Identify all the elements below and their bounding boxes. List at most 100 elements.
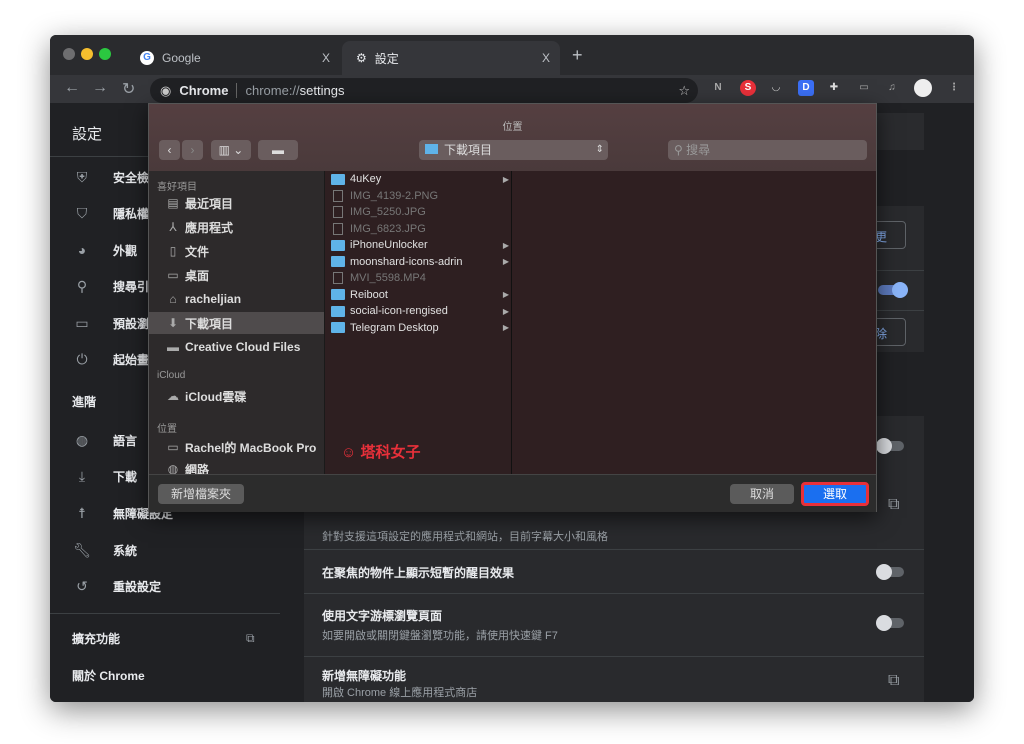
file-icon: [333, 189, 343, 202]
zoom-button[interactable]: [99, 48, 111, 60]
file-item[interactable]: 4uKey ▶: [331, 171, 511, 187]
file-item[interactable]: iPhoneUnlocker ▶: [331, 237, 511, 253]
menu-icon[interactable]: ⋮: [946, 80, 962, 96]
file-item[interactable]: IMG_4139-2.PNG: [331, 188, 511, 204]
caret-browsing-toggle[interactable]: [876, 615, 904, 631]
sidebar-item-icloud-drive[interactable]: ☁ iCloud雲碟: [149, 385, 324, 407]
file-name: social-icon-rengised: [350, 305, 448, 317]
label: 應用程式: [185, 220, 234, 235]
laptop-icon: ▭: [167, 440, 179, 454]
external-link-icon[interactable]: ⧉: [888, 672, 899, 690]
location-popup[interactable]: 下載項目 ⇕: [419, 140, 608, 160]
sidebar-item-recents[interactable]: ▤ 最近項目: [149, 192, 324, 214]
dialog-footer: 新增檔案夾 取消 選取: [149, 474, 876, 512]
file-name: IMG_6823.JPG: [350, 222, 426, 235]
dialog-sidebar: 喜好項目 ▤ 最近項目 ⅄ 應用程式 ▯ 文件 ▭ 桌面 ⌂ racheljian ⬇ 下載…: [149, 171, 324, 477]
advanced-header[interactable]: 進階: [72, 393, 96, 410]
applications-icon: ⅄: [169, 220, 177, 234]
sidebar-item-creative-cloud[interactable]: ▬ Creative Cloud Files: [149, 336, 324, 358]
file-item[interactable]: social-icon-rengised ▶: [331, 303, 511, 319]
cast-icon[interactable]: ▭: [856, 80, 872, 96]
media-icon[interactable]: ♫: [884, 80, 900, 96]
close-tab-icon[interactable]: X: [322, 51, 330, 65]
new-tab-button[interactable]: +: [572, 45, 583, 66]
file-icon: [333, 206, 343, 218]
tab-settings[interactable]: ⚙ 設定 X: [342, 41, 560, 75]
location-label: 下載項目: [444, 143, 493, 157]
file-item[interactable]: Reiboot ▶: [331, 287, 511, 303]
toggle-switch[interactable]: [878, 282, 908, 298]
file-item[interactable]: IMG_5250.JPG: [331, 204, 511, 220]
minimize-button[interactable]: [81, 48, 93, 60]
n-extension-icon[interactable]: N: [710, 80, 726, 96]
divider: [50, 613, 280, 614]
browser-window: G Google X ⚙ 設定 X + ← → ↻ ◉ Chrome chrom…: [50, 35, 974, 702]
back-button[interactable]: ‹: [159, 140, 180, 160]
focus-highlight-toggle[interactable]: [876, 564, 904, 580]
tab-title: Google: [162, 51, 201, 65]
file-item[interactable]: MVI_5598.MP4: [331, 270, 511, 286]
disclosure-arrow-icon: ▶: [502, 290, 509, 299]
sidebar-item-macbook[interactable]: ▭ Rachel的 MacBook Pro: [149, 436, 324, 458]
favorites-header: 喜好項目: [157, 182, 197, 193]
s-extension-icon[interactable]: S: [740, 80, 756, 96]
label: 下載: [113, 469, 138, 484]
dialog-header: 位置 ‹ › ▥ ⌄ ▬ 下載項目 ⇕ ⚲ 搜尋: [149, 104, 876, 171]
choose-button[interactable]: 選取: [801, 482, 869, 506]
avatar[interactable]: [914, 79, 932, 97]
shield-icon: ⛉: [76, 204, 88, 221]
label: 桌面: [185, 268, 210, 283]
download-icon: ⤓: [78, 467, 86, 484]
disclosure-arrow-icon: ▶: [502, 240, 509, 250]
gear-icon: ⚙: [356, 51, 367, 65]
view-mode-button[interactable]: ▥ ⌄: [211, 140, 251, 160]
disclosure-arrow-icon: ▶: [502, 174, 509, 184]
forward-button[interactable]: ›: [182, 140, 203, 160]
mascot-icon: ☺: [341, 444, 361, 461]
sidebar-item-documents[interactable]: ▯ 文件: [149, 240, 324, 262]
back-icon[interactable]: ←: [64, 79, 80, 97]
new-folder-icon[interactable]: ▬: [258, 140, 298, 160]
file-name: MVI_5598.MP4: [350, 272, 426, 284]
watermark-text: 塔科女子: [360, 444, 421, 461]
label: 系統: [113, 543, 138, 558]
folder-icon: [331, 305, 345, 317]
disclosure-arrow-icon: ▶: [502, 257, 509, 266]
new-folder-button[interactable]: 新增檔案夾: [158, 484, 244, 504]
file-icon: [333, 222, 343, 235]
row-subtext: 如要開啟或關閉鍵盤瀏覽功能，請使用快速鍵 F7: [322, 630, 558, 642]
d-extension-icon[interactable]: D: [798, 80, 814, 96]
search-input[interactable]: ⚲ 搜尋: [668, 140, 867, 160]
browser-icon: ▭: [75, 314, 89, 331]
forward-icon[interactable]: →: [92, 79, 108, 97]
toggle-switch[interactable]: [876, 438, 904, 454]
sidebar-item-applications[interactable]: ⅄ 應用程式: [149, 216, 324, 238]
external-link-icon[interactable]: ⧉: [888, 496, 899, 514]
desktop-icon: ▭: [167, 268, 179, 282]
label: racheljian: [185, 292, 242, 306]
reload-icon[interactable]: ↻: [122, 79, 135, 99]
close-window-button[interactable]: [63, 48, 75, 60]
sidebar-item-home[interactable]: ⌂ racheljian: [149, 288, 324, 310]
downloads-icon: ⬇: [167, 316, 179, 330]
sidebar-item-extensions[interactable]: 擴充功能 ⧉: [50, 628, 280, 648]
row-title[interactable]: 新增無障礙功能: [322, 667, 406, 684]
cancel-button[interactable]: 取消: [730, 484, 794, 504]
puzzle-icon[interactable]: ✚: [826, 80, 842, 96]
file-item[interactable]: IMG_6823.JPG: [331, 221, 511, 237]
file-name: moonshard-icons-adrin: [350, 255, 463, 268]
file-item[interactable]: moonshard-icons-adrin ▶: [331, 254, 511, 270]
star-icon[interactable]: ☆: [678, 83, 690, 99]
label: 關於 Chrome: [72, 668, 145, 683]
site-chip: Chrome: [179, 83, 238, 98]
sidebar-item-downloads[interactable]: ⬇ 下載項目: [149, 312, 324, 334]
pocket-icon[interactable]: ◡: [768, 80, 784, 96]
file-list-column: 4uKey ▶ IMG_4139-2.PNG IMG_5250.JPG IMG_6823…: [324, 171, 512, 474]
label: 安全檢: [113, 170, 150, 185]
close-tab-icon[interactable]: X: [542, 51, 550, 65]
tab-google[interactable]: G Google X: [126, 41, 340, 75]
external-link-icon: ⧉: [246, 630, 255, 645]
address-bar[interactable]: ◉ Chrome chrome://settings ☆: [150, 78, 698, 103]
file-item[interactable]: Telegram Desktop ▶: [331, 320, 511, 336]
sidebar-item-desktop[interactable]: ▭ 桌面: [149, 264, 324, 286]
